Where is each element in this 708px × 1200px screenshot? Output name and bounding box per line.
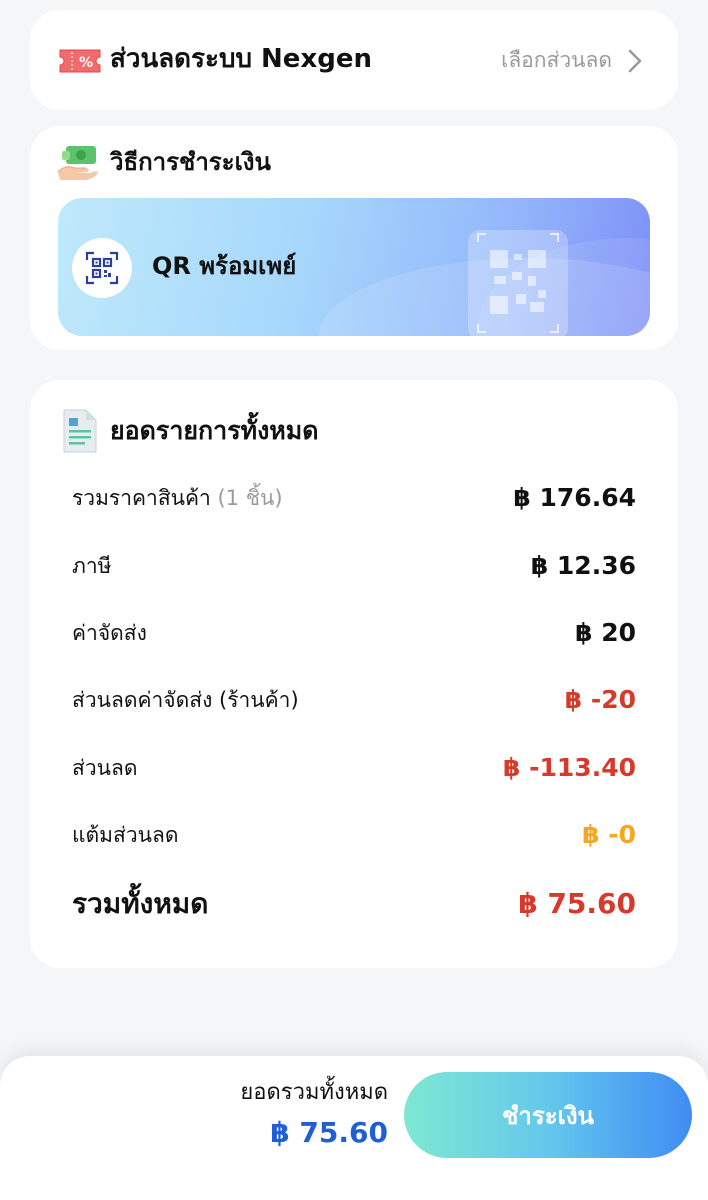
chevron-right-icon[interactable]	[628, 49, 642, 73]
row-label: รวมราคาสินค้า (1 ชิ้น)	[72, 480, 283, 516]
tax-row: ภาษี ฿ 12.36	[72, 548, 636, 584]
points-discount-value: ฿ -0	[582, 820, 636, 849]
footer-total-label: ยอดรวมทั้งหมด	[240, 1080, 388, 1105]
checkout-bar: ยอดรวมทั้งหมด ฿ 75.60 ชำระเงิน	[0, 1056, 708, 1200]
discount-label: ส่วนลด	[72, 756, 138, 780]
points-discount-label: แต้มส่วนลด	[72, 823, 179, 847]
summary-title: ยอดรายการทั้งหมด	[110, 416, 319, 445]
shipping-discount-value: ฿ -20	[564, 685, 636, 714]
points-discount-row: แต้มส่วนลด ฿ -0	[72, 817, 636, 853]
grand-total-value: ฿ 75.60	[518, 887, 636, 920]
payment-method-card: วิธีการชำระเงิน QR พร้อมเพย์	[30, 126, 678, 350]
select-discount-link[interactable]: เลือกส่วนลด	[501, 46, 612, 74]
grand-total-row: รวมทั้งหมด ฿ 75.60	[72, 886, 636, 922]
grand-total-label: รวมทั้งหมด	[72, 887, 209, 920]
qr-watermark-icon	[468, 230, 568, 336]
svg-text:%: %	[79, 55, 93, 71]
discount-value: ฿ -113.40	[503, 753, 636, 782]
shipping-value: ฿ 20	[575, 618, 636, 647]
coupon-icon: %	[58, 46, 102, 76]
footer-total-value: ฿ 75.60	[270, 1116, 388, 1149]
item-count: (1 ชิ้น)	[217, 486, 283, 510]
qr-promptpay-label: QR พร้อมเพย์	[152, 252, 297, 280]
pay-button[interactable]: ชำระเงิน	[404, 1072, 692, 1158]
document-icon	[62, 408, 98, 454]
qr-code-icon	[72, 238, 132, 298]
discount-title: ส่วนลดระบบ Nexgen	[110, 44, 372, 74]
money-hand-icon	[56, 142, 100, 182]
system-discount-card[interactable]: % ส่วนลดระบบ Nexgen เลือกส่วนลด	[30, 10, 678, 110]
shipping-row: ค่าจัดส่ง ฿ 20	[72, 615, 636, 651]
shipping-discount-row: ส่วนลดค่าจัดส่ง (ร้านค้า) ฿ -20	[72, 682, 636, 718]
discount-row: ส่วนลด ฿ -113.40	[72, 750, 636, 786]
subtotal-row: รวมราคาสินค้า (1 ชิ้น) ฿ 176.64	[72, 480, 636, 516]
tax-value: ฿ 12.36	[530, 551, 636, 580]
shipping-discount-label: ส่วนลดค่าจัดส่ง (ร้านค้า)	[72, 688, 299, 712]
subtotal-value: ฿ 176.64	[513, 483, 636, 512]
subtotal-label: รวมราคาสินค้า	[72, 486, 211, 510]
payment-method-title: วิธีการชำระเงิน	[110, 148, 271, 176]
tax-label: ภาษี	[72, 554, 112, 578]
qr-promptpay-option[interactable]: QR พร้อมเพย์	[58, 198, 650, 336]
shipping-label: ค่าจัดส่ง	[72, 621, 147, 645]
order-summary-card: ยอดรายการทั้งหมด รวมราคาสินค้า (1 ชิ้น) …	[30, 380, 678, 968]
